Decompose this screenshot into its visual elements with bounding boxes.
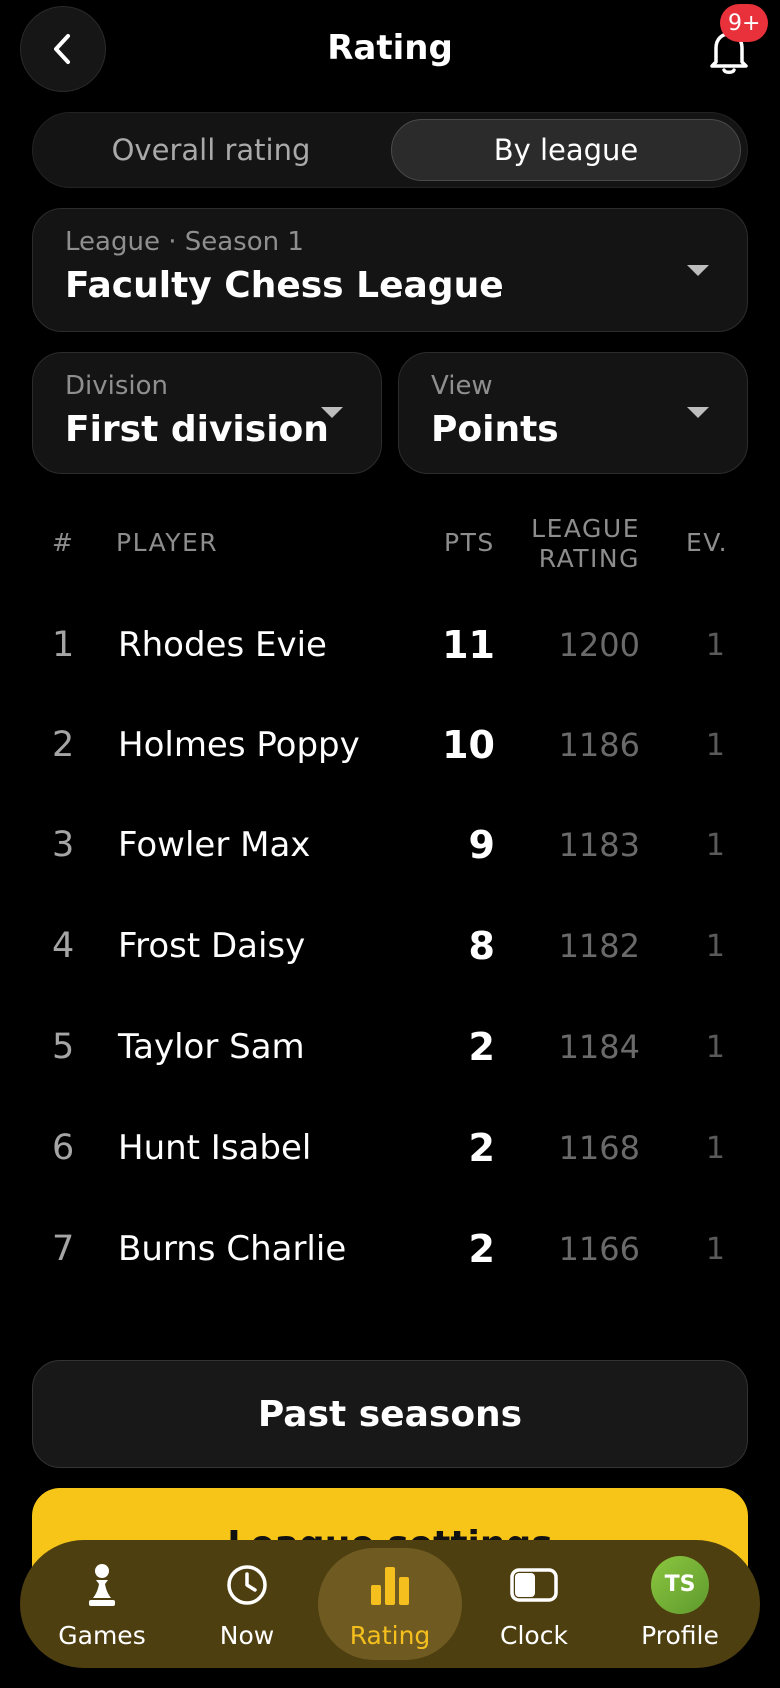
events-cell: 1 (705, 827, 725, 863)
tab-rating[interactable]: Rating (320, 1540, 460, 1668)
notification-badge: 9+ (720, 4, 769, 42)
avatar: TS (651, 1555, 709, 1614)
events-cell: 1 (705, 627, 725, 663)
past-seasons-button[interactable]: Past seasons (32, 1360, 748, 1468)
col-header-player: PLAYER (116, 528, 219, 557)
table-row[interactable]: 1 Rhodes Evie 11 1200 1 (0, 595, 780, 695)
col-header-league-rating: LEAGUE RATING (520, 514, 640, 574)
table-row[interactable]: 4 Frost Daisy 8 1182 1 (0, 896, 780, 996)
league-select-label: League · Season 1 (65, 227, 304, 257)
rank-cell: 3 (52, 825, 75, 865)
table-row[interactable]: 5 Taylor Sam 2 1184 1 (0, 997, 780, 1097)
rank-cell: 7 (52, 1229, 75, 1269)
table-row[interactable]: 3 Fowler Max 9 1183 1 (0, 795, 780, 895)
rank-cell: 6 (52, 1128, 75, 1168)
league-rating-cell: 1166 (558, 1230, 640, 1268)
bar-chart-icon (371, 1566, 409, 1605)
player-name: Fowler Max (118, 825, 311, 865)
league-rating-cell: 1200 (558, 626, 640, 664)
points-cell: 2 (468, 1126, 495, 1170)
league-rating-cell: 1183 (558, 826, 640, 864)
points-cell: 11 (442, 623, 495, 667)
pawn-icon (89, 1563, 115, 1606)
rank-cell: 2 (52, 725, 75, 765)
tab-by-league[interactable]: By league (391, 119, 741, 181)
player-name: Burns Charlie (118, 1229, 347, 1269)
player-name: Taylor Sam (118, 1027, 305, 1067)
tab-now[interactable]: Now (177, 1540, 317, 1668)
rank-cell: 4 (52, 926, 75, 966)
col-header-ev: EV. (686, 528, 729, 557)
table-row[interactable]: 6 Hunt Isabel 2 1168 1 (0, 1098, 780, 1198)
player-name: Holmes Poppy (118, 725, 360, 765)
rank-cell: 5 (52, 1027, 75, 1067)
player-name: Frost Daisy (118, 926, 306, 966)
events-cell: 1 (705, 928, 725, 964)
events-cell: 1 (705, 727, 725, 763)
league-rating-cell: 1182 (558, 927, 640, 965)
league-rating-cell: 1186 (558, 726, 640, 764)
table-row[interactable]: 7 Burns Charlie 2 1166 1 (0, 1199, 780, 1299)
caret-down-icon (687, 265, 709, 276)
points-cell: 10 (442, 723, 495, 767)
col-header-league-rating-line2: RATING (538, 544, 640, 573)
events-cell: 1 (705, 1130, 725, 1166)
points-cell: 8 (468, 924, 495, 968)
division-select-value: First division (65, 409, 329, 450)
view-select-value: Points (431, 409, 559, 450)
tab-clock-label: Clock (500, 1620, 568, 1650)
division-select[interactable]: Division First division (32, 352, 382, 474)
league-select[interactable]: League · Season 1 Faculty Chess League (32, 208, 748, 332)
rating-mode-toggle: Overall rating By league (32, 112, 748, 188)
events-cell: 1 (705, 1029, 725, 1065)
player-name: Hunt Isabel (118, 1128, 312, 1168)
tab-games-label: Games (58, 1620, 146, 1650)
view-select-label: View (431, 371, 493, 401)
rank-cell: 1 (52, 625, 75, 665)
points-cell: 2 (468, 1025, 495, 1069)
points-cell: 2 (468, 1227, 495, 1271)
caret-down-icon (687, 407, 709, 418)
league-rating-cell: 1184 (558, 1028, 640, 1066)
tab-profile[interactable]: TS Profile (610, 1540, 750, 1668)
points-cell: 9 (468, 823, 495, 867)
league-rating-cell: 1168 (558, 1129, 640, 1167)
col-header-league-rating-line1: LEAGUE (531, 514, 640, 543)
col-header-pts: PTS (444, 528, 495, 557)
division-select-label: Division (65, 371, 169, 401)
league-select-value: Faculty Chess League (65, 265, 504, 306)
events-cell: 1 (705, 1231, 725, 1267)
player-name: Rhodes Evie (118, 625, 327, 665)
col-header-rank: # (52, 528, 75, 557)
chess-clock-icon (510, 1567, 558, 1602)
tab-games[interactable]: Games (32, 1540, 172, 1668)
tab-rating-label: Rating (349, 1620, 431, 1650)
tab-clock[interactable]: Clock (464, 1540, 604, 1668)
tab-now-label: Now (219, 1620, 275, 1650)
view-select[interactable]: View Points (398, 352, 748, 474)
caret-down-icon (321, 407, 343, 418)
tab-overall-rating[interactable]: Overall rating (39, 119, 383, 181)
bottom-tab-bar: Games Now Rating Clock TS Profile (20, 1540, 760, 1668)
page-title: Rating (327, 28, 453, 68)
table-row[interactable]: 2 Holmes Poppy 10 1186 1 (0, 695, 780, 795)
tab-profile-label: Profile (641, 1620, 719, 1650)
clock-icon (227, 1564, 267, 1605)
